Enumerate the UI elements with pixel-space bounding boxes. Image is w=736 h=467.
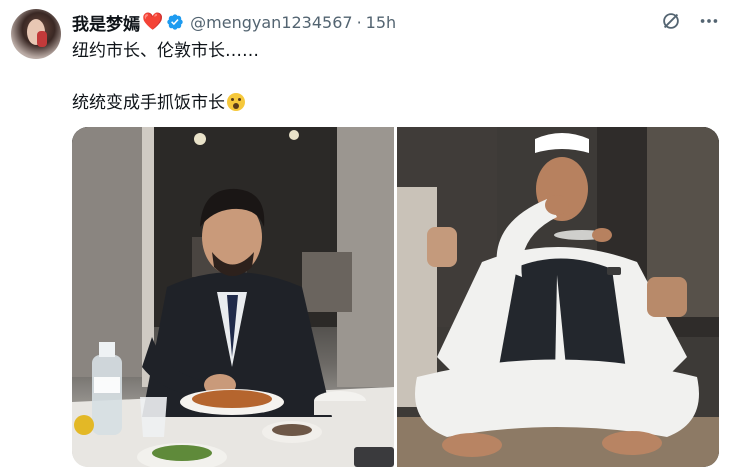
separator-dot: · — [356, 12, 362, 32]
author-handle[interactable]: @mengyan1234567 — [190, 13, 352, 32]
author-name[interactable]: 我是梦嫣 — [72, 10, 140, 35]
photo-left-illustration — [72, 127, 394, 467]
verified-badge-icon — [167, 14, 183, 30]
tweet-media[interactable] — [72, 127, 719, 467]
astonished-face-emoji — [227, 93, 245, 111]
tweet-header: 我是梦嫣 ❤️ @mengyan1234567 · 15h — [72, 9, 396, 35]
avatar-hand — [37, 31, 47, 47]
tweet-card: 我是梦嫣 ❤️ @mengyan1234567 · 15h 纽约市长、伦敦市长…… — [0, 0, 736, 467]
heart-emoji: ❤️ — [142, 12, 164, 32]
tweet-text-line-2-content: 统统变成手抓饭市长 — [72, 93, 225, 113]
tweet-text-line-2: 统统变成手抓饭市长 — [72, 88, 245, 113]
media-photo-left[interactable] — [72, 127, 394, 467]
tweet-actions — [660, 10, 720, 32]
avatar[interactable] — [11, 9, 61, 59]
timestamp[interactable]: 15h — [366, 13, 397, 32]
photo-right-illustration — [397, 127, 719, 467]
media-photo-right[interactable] — [397, 127, 719, 467]
more-icon[interactable] — [698, 10, 720, 32]
grok-icon[interactable] — [660, 10, 682, 32]
tweet-text-line-1: 纽约市长、伦敦市长…… — [72, 41, 259, 61]
